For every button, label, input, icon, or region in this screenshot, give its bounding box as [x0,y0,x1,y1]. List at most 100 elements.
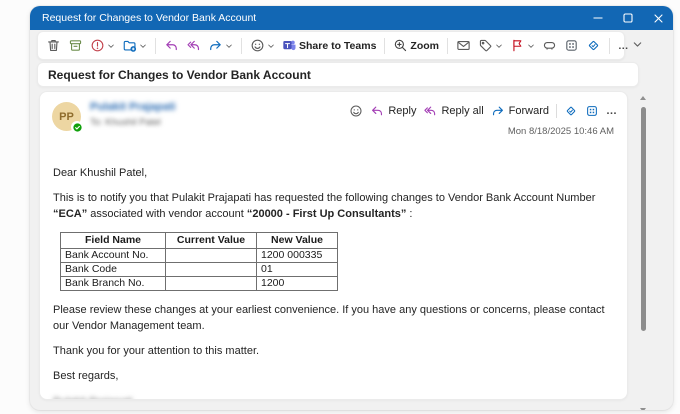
envelope-icon [456,38,471,53]
apps-grid-button[interactable] [585,104,599,118]
table-cell: 1200 [256,276,338,292]
scroll-down-arrow-icon[interactable] [640,408,646,410]
sender-name[interactable]: Pulakit Prajapati [90,101,176,113]
archive-button[interactable] [65,36,86,55]
mark-unread-button[interactable] [453,36,474,55]
toolbar-divider [241,37,242,54]
message-timestamp: Mon 8/18/2025 10:46 AM [507,126,614,137]
sender-block: Pulakit Prajapati To: Khushil Patel [90,101,176,128]
ellipsis-icon: … [606,105,617,117]
vertical-scrollbar[interactable] [640,96,646,410]
window-controls [583,6,673,30]
grid-apps-icon [585,104,599,118]
forward-button[interactable]: Forward [491,104,549,118]
reply-all-arrow-icon [186,38,201,53]
maximize-button[interactable] [613,6,643,30]
message-actions: Reply Reply all Forward … [349,104,617,118]
reply-button[interactable]: Reply [370,104,416,118]
actions-divider [556,104,557,118]
chevron-down-icon [139,42,147,50]
reply-button[interactable] [161,36,182,55]
changes-table: Field Name Current Value New Value Bank … [60,232,338,292]
toolbar-divider [384,37,386,54]
forward-button[interactable] [205,36,236,55]
intro-paragraph: This is to notify you that Pulakit Praja… [53,191,613,222]
apps-grid-button[interactable] [561,36,582,55]
subject-bar: Request for Changes to Vendor Bank Accou… [37,62,639,87]
sweep-button[interactable] [564,104,578,118]
close-button[interactable] [643,6,673,30]
table-cell [165,262,257,278]
immersive-reader-button[interactable] [539,36,560,55]
more-actions-button[interactable]: … [606,105,617,117]
table-cell [165,248,257,264]
reply-label: Reply [388,105,417,117]
recipient-line[interactable]: To: Khushil Patel [90,117,176,128]
minimize-button[interactable] [583,6,613,30]
signature-name: Pulakit Prajapati [53,395,133,399]
presence-available-icon [71,121,83,133]
column-header: Field Name [60,232,166,250]
column-header: New Value [256,232,338,250]
forward-arrow-icon [208,38,223,53]
sweep-button[interactable] [583,36,604,55]
ribbon-collapse-button[interactable] [632,39,643,50]
table-cell [165,276,257,292]
immersive-reader-icon [542,38,557,53]
share-to-teams-button[interactable]: Share to Teams [279,36,379,55]
toolbar-divider [155,37,156,54]
table-cell: 01 [256,262,338,278]
tag-icon [478,38,493,53]
greeting-text: Dear Khushil Patel, [53,167,148,179]
grid-apps-icon [564,38,579,53]
bank-account-number: “ECA” [53,207,88,220]
reply-all-button[interactable] [183,36,204,55]
review-note-text: Please review these changes at your earl… [53,304,605,332]
chevron-down-icon [495,42,503,50]
table-cell: 1200 000335 [256,248,338,264]
move-to-button[interactable] [119,36,150,55]
add-reaction-button[interactable] [349,104,363,118]
trash-icon [46,38,61,53]
categorize-button[interactable] [475,36,506,55]
table-row: Bank Account No. 1200 000335 [60,248,338,264]
delete-button[interactable] [43,36,64,55]
message-pane: PP Pulakit Prajapati To: Khushil Patel R… [39,91,628,400]
zoom-label: Zoom [410,39,439,52]
toolbar-divider [447,37,448,54]
closing-text: Best regards, [53,370,119,383]
close-icon [653,13,663,23]
vendor-account: “20000 - First Up Consultants” [246,207,407,220]
ellipsis-icon: … [618,39,629,52]
intro-text: : [406,207,413,220]
avatar[interactable]: PP [52,102,83,133]
teams-icon [282,38,297,53]
table-cell: Bank Code [60,262,166,278]
more-commands-button[interactable]: … [615,38,632,54]
scrollbar-thumb[interactable] [640,107,646,331]
zoom-button[interactable]: Zoom [390,36,442,55]
title-bar: Request for Changes to Vendor Bank Accou… [30,6,673,30]
table-cell: Bank Account No. [60,248,166,264]
message-header: PP Pulakit Prajapati To: Khushil Patel R… [40,92,627,138]
magnifier-zoom-icon [393,38,408,53]
table-header-row: Field Name Current Value New Value [60,232,338,250]
move-folder-icon [122,38,137,53]
reply-arrow-icon [164,38,179,53]
share-to-teams-label: Share to Teams [299,39,377,52]
report-button[interactable] [87,36,118,55]
reply-all-label: Reply all [441,105,484,117]
mail-window: Request for Changes to Vendor Bank Accou… [30,6,673,410]
reply-arrow-icon [370,104,384,118]
reply-all-button[interactable]: Reply all [423,104,484,118]
report-alert-icon [90,38,105,53]
chevron-down-icon [225,42,233,50]
chevron-down-icon [267,42,275,50]
minimize-icon [593,13,603,23]
reactions-button[interactable] [247,36,278,55]
flag-button[interactable] [507,36,538,55]
scroll-up-arrow-icon[interactable] [640,96,646,100]
archive-icon [68,38,83,53]
chevron-down-icon [107,42,115,50]
reply-all-arrow-icon [423,104,437,118]
